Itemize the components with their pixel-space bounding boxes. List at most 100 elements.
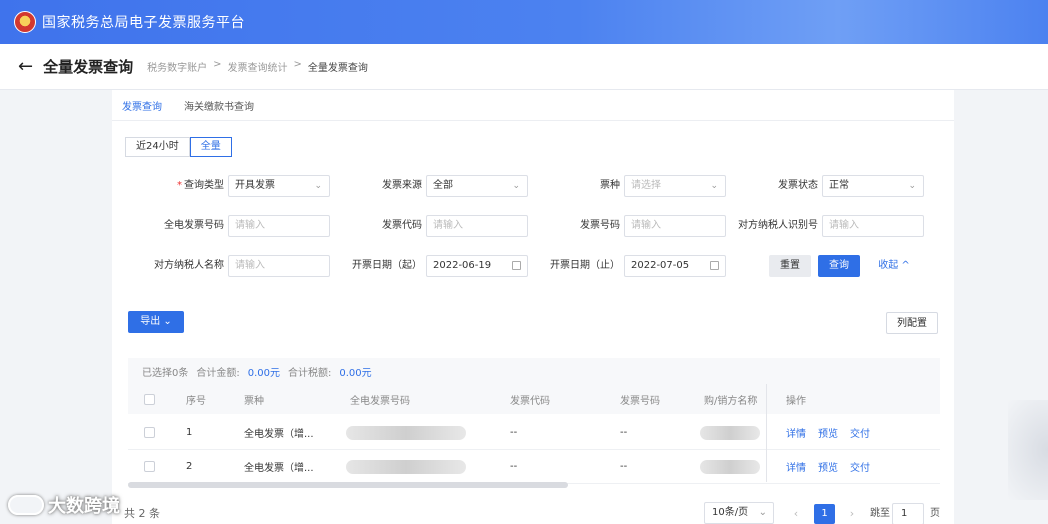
query-type-label: * 查询类型 [177,180,224,191]
goto-label: 跳至 [870,508,890,519]
table-header: 序号 票种 全电发票号码 发票代码 发票号码 购/销方名称 操作 [128,384,940,414]
calendar-icon [710,261,719,270]
invoice-status-label: 发票状态 [778,180,818,191]
select-all-checkbox[interactable] [144,393,155,405]
row-checkbox[interactable] [144,461,155,472]
page-suffix: 页 [930,508,940,519]
watermark: 大数跨境 [8,492,120,518]
row-code: -- [510,461,518,472]
counterparty-name-input[interactable]: 请输入 [228,255,330,277]
tab-invoice-query[interactable]: 发票查询 [122,98,162,119]
breadcrumb-separator: > [213,59,222,70]
collapse-link[interactable]: 收起 ^ [874,255,914,277]
row-checkbox[interactable] [144,427,155,438]
edge-glow [1008,400,1048,500]
date-start-label: 开票日期（起） [352,260,422,271]
counterparty-name-label: 对方纳税人名称 [154,260,224,271]
row-index: 2 [186,461,193,472]
column-config-button[interactable]: 列配置 [886,312,938,334]
invoice-source-label: 发票来源 [382,180,422,191]
page-1-button[interactable]: 1 [814,504,835,524]
export-button[interactable]: 导出 ⌄ [128,311,184,333]
main-panel: 发票查询 海关缴款书查询 近24小时 全量 * 查询类型 开具发票 ⌄ 发票来源 全… [112,90,954,524]
page-size-select[interactable]: 10条/页 ⌄ [704,502,774,524]
row-type: 全电发票（增... [244,463,314,474]
horizontal-scrollbar[interactable] [128,482,568,488]
col-header-type: 票种 [244,395,264,407]
app-header: 国家税务总局电子发票服务平台 [0,0,1048,44]
tab-customs-query[interactable]: 海关缴款书查询 [184,98,254,119]
row-index: 1 [186,427,193,438]
col-header-full-no: 全电发票号码 [350,395,410,407]
full-invoice-no-input[interactable]: 请输入 [228,215,330,237]
next-page-button[interactable]: › [842,504,862,524]
tab-divider [112,120,954,121]
col-header-party: 购/销方名称 [704,395,758,407]
col-header-index: 序号 [186,395,206,407]
total-amount-label: 合计金额: [196,367,240,379]
preview-link[interactable]: 预览 [818,425,838,440]
app-title: 国家税务总局电子发票服务平台 [42,15,245,31]
fixed-column-divider [766,384,767,482]
range-toggle: 近24小时 全量 [125,137,232,157]
deliver-link[interactable]: 交付 [850,425,870,440]
watermark-text: 大数跨境 [48,496,120,517]
prev-page-button[interactable]: ‹ [786,504,806,524]
goto-page-input[interactable]: 1 [892,503,924,524]
chevron-down-icon: ⌄ [758,507,767,518]
col-header-number: 发票号码 [620,395,660,407]
details-link[interactable]: 详情 [786,459,806,474]
redacted-invoice-no [346,459,466,474]
date-end-label: 开票日期（止） [550,260,620,271]
invoice-no-input[interactable]: 请输入 [624,215,726,237]
deliver-link[interactable]: 交付 [850,459,870,474]
full-invoice-no-label: 全电发票号码 [164,220,224,231]
preview-link[interactable]: 预览 [818,459,838,474]
invoice-code-input[interactable]: 请输入 [426,215,528,237]
table-row: 1 全电发票（增... -- -- 详情 预览 交付 [128,416,940,450]
details-link[interactable]: 详情 [786,425,806,440]
breadcrumb-item[interactable]: 发票查询统计 [228,59,288,74]
ticket-type-label: 票种 [600,180,620,191]
breadcrumb-item[interactable]: 税务数字账户 [147,59,207,74]
selection-summary: 已选择0条 合计金额: 0.00元 合计税额: 0.00元 [128,358,940,384]
counterparty-id-input[interactable]: 请输入 [822,215,924,237]
chevron-down-icon: ⌄ [710,181,718,191]
range-all-button[interactable]: 全量 [189,137,232,157]
tabs: 发票查询 海关缴款书查询 [122,98,254,119]
breadcrumb: 税务数字账户 > 发票查询统计 > 全量发票查询 [147,59,368,74]
total-count: 共 2 条 [124,507,160,520]
watermark-logo-icon [8,495,44,515]
invoice-code-label: 发票代码 [382,220,422,231]
search-button[interactable]: 查询 [818,255,860,277]
page-header: ← 全量发票查询 税务数字账户 > 发票查询统计 > 全量发票查询 [0,44,1048,90]
invoice-no-label: 发票号码 [580,220,620,231]
row-number: -- [620,461,628,472]
ticket-type-select[interactable]: 请选择 ⌄ [624,175,726,197]
breadcrumb-current: 全量发票查询 [307,63,368,74]
query-type-select[interactable]: 开具发票 ⌄ [228,175,330,197]
redacted-invoice-no [346,425,466,440]
chevron-down-icon: ⌄ [908,181,916,191]
redacted-party-name [700,459,760,474]
breadcrumb-separator: > [293,59,302,70]
tax-emblem-icon [14,11,36,33]
invoice-status-select[interactable]: 正常 ⌄ [822,175,924,197]
invoice-source-select[interactable]: 全部 ⌄ [426,175,528,197]
date-end-picker[interactable]: 2022-07-05 [624,255,726,277]
range-24h-button[interactable]: 近24小时 [125,137,190,157]
col-header-actions: 操作 [786,395,806,407]
reset-button[interactable]: 重置 [769,255,811,277]
date-start-picker[interactable]: 2022-06-19 [426,255,528,277]
back-arrow-icon[interactable]: ← [18,56,33,77]
row-code: -- [510,427,518,438]
chevron-down-icon: ⌄ [314,181,322,191]
table-row: 2 全电发票（增... -- -- 详情 预览 交付 [128,450,940,484]
total-tax-label: 合计税额: [288,367,332,379]
chevron-down-icon: ⌄ [512,181,520,191]
row-type: 全电发票（增... [244,429,314,440]
row-number: -- [620,427,628,438]
total-amount: 0.00元 [247,367,281,379]
col-header-code: 发票代码 [510,395,550,407]
total-tax: 0.00元 [339,367,372,379]
